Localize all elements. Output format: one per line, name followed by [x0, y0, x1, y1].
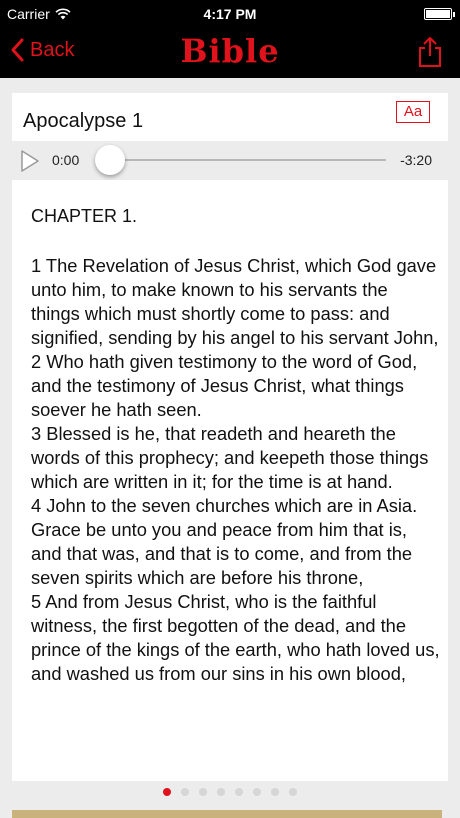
status-time: 4:17 PM [203, 6, 257, 22]
chapter-text: CHAPTER 1. 1 The Revelation of Jesus Chr… [12, 180, 448, 781]
status-bar: Carrier 4:17 PM [0, 0, 460, 28]
elapsed-time: 0:00 [52, 152, 80, 168]
remaining-time: -3:20 [400, 152, 432, 168]
play-icon[interactable] [20, 149, 40, 173]
verse: 3 Blessed is he, that readeth and hearet… [31, 423, 429, 492]
verse: 2 Who hath given testimony to the word o… [31, 351, 418, 420]
page-indicator [0, 788, 460, 800]
app-title: Bible [180, 32, 280, 70]
page-dot[interactable] [163, 788, 171, 796]
share-button[interactable] [416, 36, 444, 68]
audio-scrubber[interactable] [102, 159, 386, 161]
page-dot[interactable] [181, 788, 189, 796]
chapter-title: Apocalypse 1 [23, 110, 144, 132]
page-dot[interactable] [235, 788, 243, 796]
verse: 1 The Revelation of Jesus Christ, which … [31, 255, 439, 348]
share-icon [419, 37, 441, 67]
audio-player: 0:00 -3:20 [12, 142, 448, 178]
scrubber-knob[interactable] [95, 145, 125, 175]
chapter-header: Apocalypse 1 Aa [12, 93, 448, 141]
page-dot[interactable] [253, 788, 261, 796]
font-size-button[interactable]: Aa [396, 101, 430, 123]
navigation-bar: Back Bible [0, 28, 460, 78]
verse: 4 John to the seven churches which are i… [31, 495, 418, 588]
page-dot[interactable] [217, 788, 225, 796]
verse-list: 1 The Revelation of Jesus Christ, which … [31, 254, 441, 686]
page-dot[interactable] [271, 788, 279, 796]
verse: 5 And from Jesus Christ, who is the fait… [31, 591, 440, 684]
battery-icon [424, 8, 455, 20]
page-dot[interactable] [199, 788, 207, 796]
ad-banner[interactable] [12, 810, 442, 818]
page-dot[interactable] [289, 788, 297, 796]
chapter-heading: CHAPTER 1. [31, 206, 138, 226]
